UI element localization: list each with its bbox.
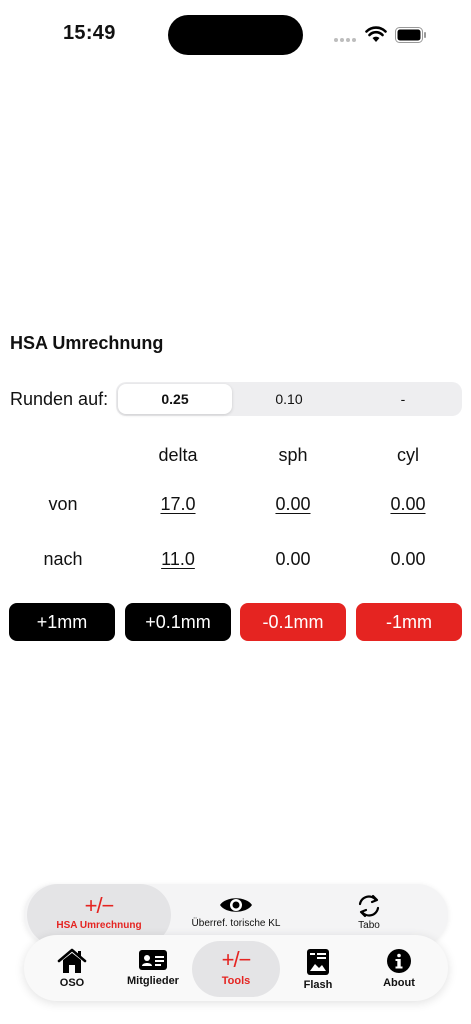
info-icon xyxy=(387,949,411,973)
nach-delta-value[interactable]: 11.0 xyxy=(161,549,195,569)
tab-about[interactable]: About xyxy=(358,941,440,997)
tab-tools[interactable]: +/− Tools xyxy=(192,941,280,997)
wifi-icon xyxy=(365,26,387,42)
rounding-segmented-control: 0.25 0.10 - xyxy=(116,382,462,416)
von-delta-value[interactable]: 17.0 xyxy=(160,494,195,514)
plus-0-1mm-button[interactable]: +0.1mm xyxy=(125,603,231,641)
header-sph: sph xyxy=(278,445,308,465)
tab-flash[interactable]: Flash xyxy=(277,941,359,997)
subtab-label: HSA Umrechnung xyxy=(56,920,142,931)
rounding-option-none[interactable]: - xyxy=(346,384,460,414)
plus-1mm-button[interactable]: +1mm xyxy=(9,603,115,641)
subtab-label: Überref. torische KL xyxy=(191,918,281,929)
von-cyl-cell: 0.00 xyxy=(353,494,463,515)
dynamic-island xyxy=(168,15,303,55)
nach-delta-cell: 11.0 xyxy=(123,549,233,570)
row-label-von: von xyxy=(48,494,78,514)
tab-label: About xyxy=(383,977,415,989)
nach-sph-value: 0.00 xyxy=(275,549,311,569)
eye-icon xyxy=(220,898,252,912)
cellular-signal-icon xyxy=(334,38,356,42)
row-label-nach: nach xyxy=(43,549,83,569)
main-tab-bar: OSO Mitglieder +/− Tools Flash About xyxy=(24,935,448,1001)
id-card-icon xyxy=(139,950,167,970)
header-delta: delta xyxy=(158,445,198,465)
tab-label: Mitglieder xyxy=(127,975,179,987)
minus-1mm-button[interactable]: -1mm xyxy=(356,603,462,641)
status-time: 15:49 xyxy=(63,22,116,44)
tab-label: OSO xyxy=(59,977,85,989)
rotate-icon xyxy=(358,894,380,918)
von-sph-cell: 0.00 xyxy=(238,494,348,515)
status-bar: 15:49 xyxy=(0,0,471,70)
von-sph-value[interactable]: 0.00 xyxy=(275,494,310,514)
tab-label: Tools xyxy=(221,975,251,987)
tab-oso[interactable]: OSO xyxy=(31,941,113,997)
plus-minus-icon: +/− xyxy=(84,893,115,918)
flashcard-icon xyxy=(307,949,329,975)
page-title: HSA Umrechnung xyxy=(10,333,164,353)
von-delta-cell: 17.0 xyxy=(123,494,233,515)
plus-minus-icon: +/− xyxy=(221,947,252,972)
tab-label: Flash xyxy=(303,979,333,991)
tab-mitglieder[interactable]: Mitglieder xyxy=(112,941,194,997)
rounding-label: Runden auf: xyxy=(10,389,109,409)
nach-cyl-value: 0.00 xyxy=(390,549,426,569)
house-icon xyxy=(57,948,87,973)
von-cyl-value[interactable]: 0.00 xyxy=(390,494,425,514)
rounding-option-010[interactable]: 0.10 xyxy=(232,384,346,414)
battery-icon xyxy=(395,27,426,43)
minus-0-1mm-button[interactable]: -0.1mm xyxy=(240,603,346,641)
header-cyl: cyl xyxy=(397,445,419,465)
rounding-option-025[interactable]: 0.25 xyxy=(118,384,232,414)
subtab-label: Tabo xyxy=(358,920,380,931)
